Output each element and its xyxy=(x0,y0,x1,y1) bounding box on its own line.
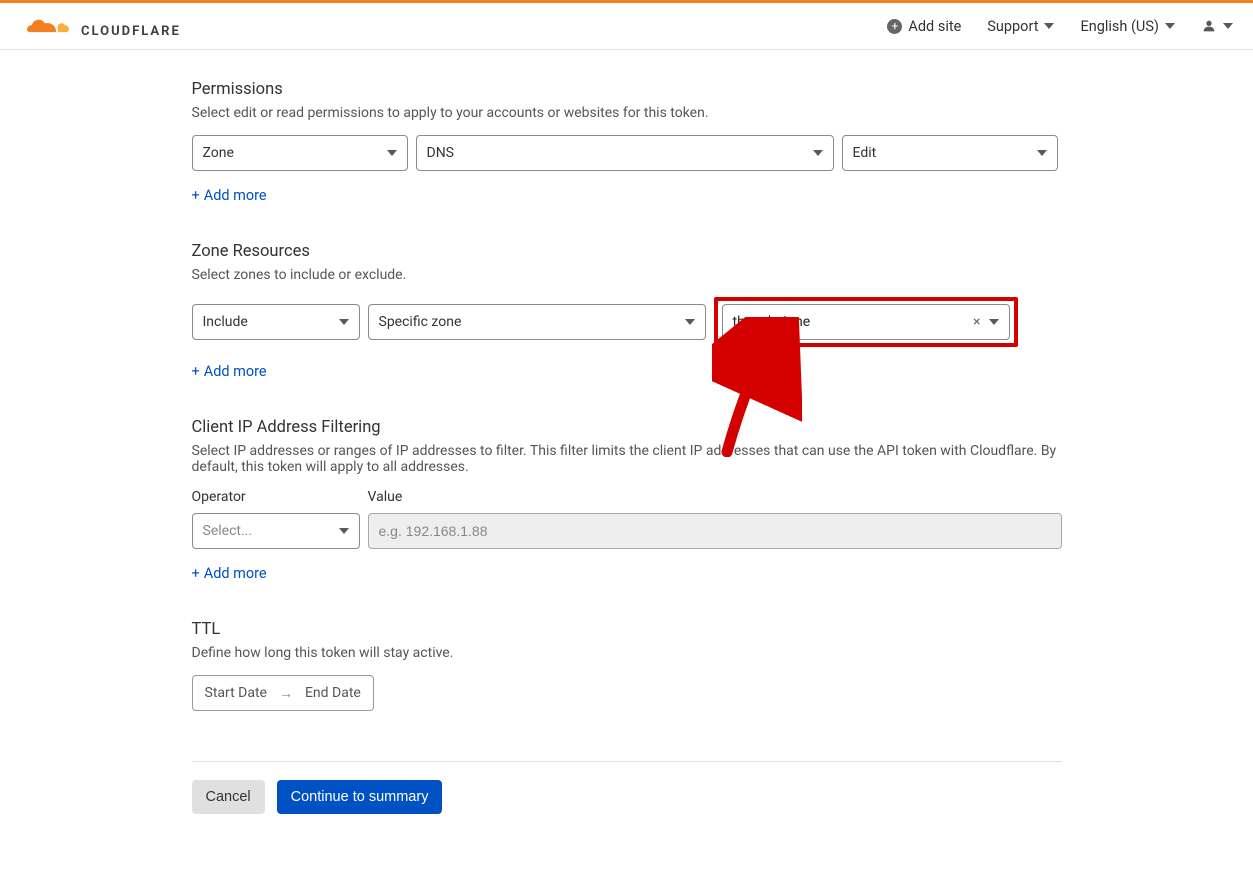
chevron-down-icon xyxy=(339,319,349,325)
zone-resources-row: Include Specific zone thuanbui.me × xyxy=(192,297,1062,347)
add-site-button[interactable]: + Add site xyxy=(887,18,961,35)
chevron-down-icon xyxy=(813,150,823,156)
add-site-label: Add site xyxy=(908,18,961,35)
zone-highlight-box: thuanbui.me × xyxy=(714,297,1018,347)
scope-select[interactable]: Zone xyxy=(192,135,408,171)
cloudflare-cloud-icon xyxy=(20,13,75,39)
ip-filter-title: Client IP Address Filtering xyxy=(192,418,1062,437)
chevron-down-icon xyxy=(339,528,349,534)
permissions-title: Permissions xyxy=(192,80,1062,99)
header-nav: + Add site Support English (US) xyxy=(887,18,1233,35)
ttl-desc: Define how long this token will stay act… xyxy=(192,645,1062,661)
ttl-title: TTL xyxy=(192,620,1062,639)
ttl-end-label: End Date xyxy=(305,685,361,701)
value-column: Value xyxy=(368,489,1062,549)
chevron-down-icon xyxy=(1223,23,1233,29)
chevron-down-icon xyxy=(387,150,397,156)
ttl-start-label: Start Date xyxy=(205,685,267,701)
arrow-right-icon: → xyxy=(279,685,293,702)
main-content: Permissions Select edit or read permissi… xyxy=(192,50,1062,894)
clear-icon[interactable]: × xyxy=(973,314,980,330)
chevron-down-icon xyxy=(685,319,695,325)
permissions-add-more[interactable]: + Add more xyxy=(192,187,267,204)
account-menu[interactable] xyxy=(1201,18,1233,34)
person-icon xyxy=(1201,18,1217,34)
chevron-down-icon xyxy=(1037,150,1047,156)
chevron-down-icon xyxy=(1044,23,1054,29)
ip-add-more[interactable]: + Add more xyxy=(192,565,267,582)
ttl-date-range[interactable]: Start Date → End Date xyxy=(192,675,374,711)
operator-select[interactable]: Select... xyxy=(192,513,360,549)
zone-add-more[interactable]: + Add more xyxy=(192,363,267,380)
include-value: Include xyxy=(203,314,248,330)
ip-filter-section: Client IP Address Filtering Select IP ad… xyxy=(192,418,1062,582)
scope-value: Zone xyxy=(203,145,234,161)
zone-resources-desc: Select zones to include or exclude. xyxy=(192,267,1062,283)
plus-icon: + xyxy=(192,363,200,380)
zone-type-value: Specific zone xyxy=(379,314,462,330)
permissions-row: Zone DNS Edit xyxy=(192,135,1062,171)
action-select[interactable]: Edit xyxy=(842,135,1058,171)
chevron-down-icon xyxy=(1165,23,1175,29)
operator-label: Operator xyxy=(192,489,360,505)
zone-resources-section: Zone Resources Select zones to include o… xyxy=(192,242,1062,380)
operator-column: Operator Select... xyxy=(192,489,360,549)
resource-select[interactable]: DNS xyxy=(416,135,834,171)
footer-buttons: Cancel Continue to summary xyxy=(192,780,1062,814)
value-label: Value xyxy=(368,489,1062,505)
add-more-label: Add more xyxy=(204,565,267,582)
language-menu[interactable]: English (US) xyxy=(1080,18,1175,35)
language-label: English (US) xyxy=(1080,18,1159,35)
logo-text: CLOUDFLARE xyxy=(81,24,181,39)
resource-value: DNS xyxy=(427,145,455,161)
zone-select-controls: × xyxy=(973,314,998,330)
zone-type-select[interactable]: Specific zone xyxy=(368,304,706,340)
ip-filter-row: Operator Select... Value xyxy=(192,489,1062,549)
footer-divider xyxy=(192,761,1062,762)
cancel-button[interactable]: Cancel xyxy=(192,780,265,814)
include-exclude-select[interactable]: Include xyxy=(192,304,360,340)
global-header: CLOUDFLARE + Add site Support English (U… xyxy=(0,3,1253,50)
permissions-desc: Select edit or read permissions to apply… xyxy=(192,105,1062,121)
zone-value: thuanbui.me xyxy=(733,314,811,330)
action-value: Edit xyxy=(853,145,877,161)
support-menu[interactable]: Support xyxy=(987,18,1054,35)
plus-icon: + xyxy=(192,565,200,582)
plus-circle-icon: + xyxy=(887,19,902,34)
continue-button[interactable]: Continue to summary xyxy=(277,780,443,814)
add-more-label: Add more xyxy=(204,187,267,204)
ip-value-input[interactable] xyxy=(368,513,1062,549)
zone-select[interactable]: thuanbui.me × xyxy=(722,304,1010,340)
ttl-section: TTL Define how long this token will stay… xyxy=(192,620,1062,711)
ip-filter-desc: Select IP addresses or ranges of IP addr… xyxy=(192,443,1062,475)
zone-resources-title: Zone Resources xyxy=(192,242,1062,261)
cloudflare-logo[interactable]: CLOUDFLARE xyxy=(20,13,181,39)
operator-placeholder: Select... xyxy=(203,523,253,539)
add-more-label: Add more xyxy=(204,363,267,380)
support-label: Support xyxy=(987,18,1038,35)
permissions-section: Permissions Select edit or read permissi… xyxy=(192,80,1062,204)
chevron-down-icon[interactable] xyxy=(989,319,999,325)
plus-icon: + xyxy=(192,187,200,204)
